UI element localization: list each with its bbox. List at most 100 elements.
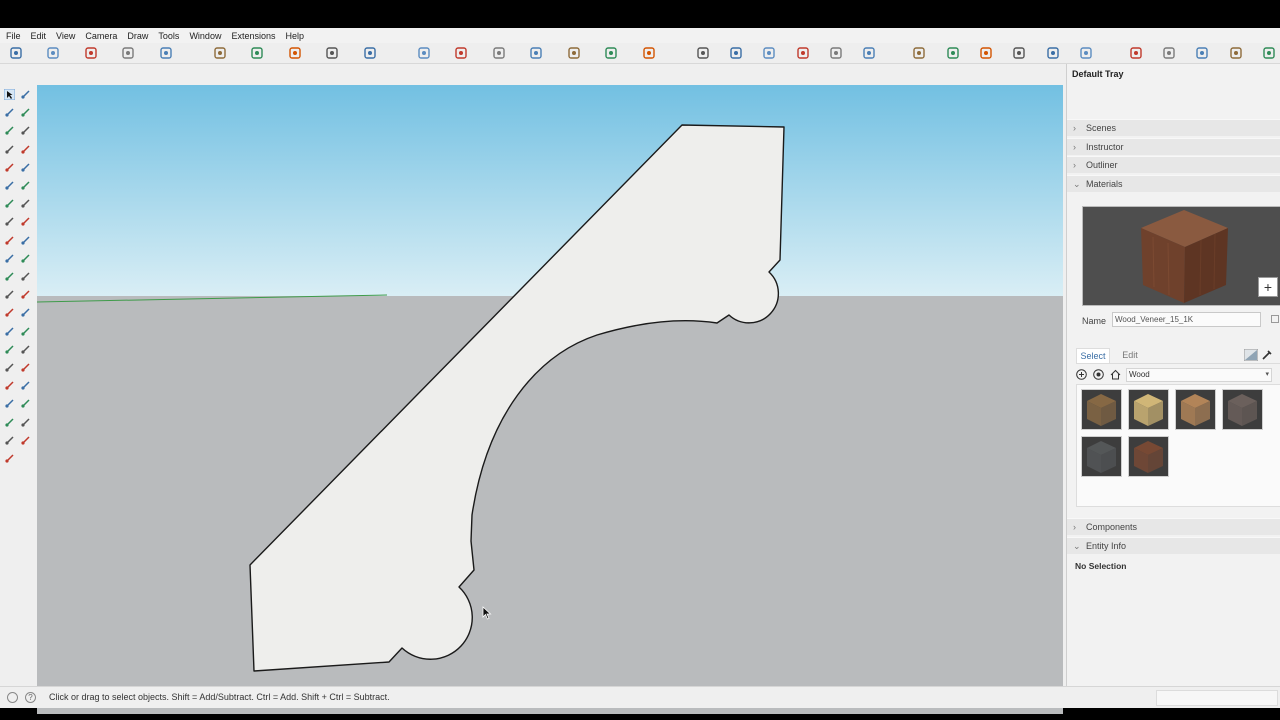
pie-icon[interactable] (20, 196, 31, 208)
material-name-field[interactable]: Wood_Veneer_15_1K (1112, 312, 1261, 327)
extension-icon[interactable] (4, 451, 15, 463)
account-icon[interactable] (1262, 46, 1276, 60)
home-icon[interactable] (1110, 369, 1121, 380)
panel-instructor[interactable]: › Instructor (1067, 138, 1280, 155)
tab-edit[interactable]: Edit (1117, 348, 1143, 363)
menu-help[interactable]: Help (281, 31, 308, 41)
zoom-extents-icon[interactable] (121, 46, 135, 60)
pan-icon[interactable] (20, 342, 31, 354)
sandbox-icon[interactable] (946, 46, 960, 60)
wood-swatch-4[interactable] (1222, 389, 1263, 430)
text-icon[interactable] (20, 305, 31, 317)
measurements-box[interactable] (1156, 690, 1278, 706)
lasso-icon[interactable] (20, 87, 31, 99)
freehand-icon[interactable] (20, 142, 31, 154)
push-pull-icon[interactable] (20, 233, 31, 245)
follow-me-icon[interactable] (363, 46, 377, 60)
add-library-icon[interactable] (1076, 369, 1087, 380)
wood-swatch-6[interactable] (1128, 436, 1169, 477)
zoom-window-icon[interactable] (20, 360, 31, 372)
eraser-icon[interactable] (20, 105, 31, 117)
walk-icon[interactable] (4, 396, 15, 408)
axes-icon[interactable] (604, 46, 618, 60)
model-viewport[interactable] (37, 85, 1063, 714)
section-plane-icon[interactable] (642, 46, 656, 60)
fog-icon[interactable] (1079, 46, 1093, 60)
monochrome-icon[interactable] (862, 46, 876, 60)
menu-file[interactable]: File (2, 31, 25, 41)
look-around-icon[interactable] (20, 396, 31, 408)
rotate-icon[interactable] (288, 46, 302, 60)
panel-components[interactable]: › Components (1067, 518, 1280, 535)
dimension-icon[interactable] (20, 287, 31, 299)
wood-swatch-2[interactable] (1128, 389, 1169, 430)
make-component-icon[interactable] (4, 105, 15, 117)
tab-select[interactable]: Select (1076, 348, 1110, 363)
wood-swatch-5[interactable] (1081, 436, 1122, 477)
rectangle-icon[interactable] (4, 160, 15, 172)
zoom-icon[interactable] (4, 360, 15, 372)
textured-icon[interactable] (829, 46, 843, 60)
shaded-icon[interactable] (796, 46, 810, 60)
protractor-icon[interactable] (4, 305, 15, 317)
wood-swatch-3[interactable] (1175, 389, 1216, 430)
rotated-rectangle-icon[interactable] (20, 160, 31, 172)
wood-swatch-1[interactable] (1081, 389, 1122, 430)
offset-icon[interactable] (20, 269, 31, 281)
offset-icon[interactable] (417, 46, 431, 60)
select-icon[interactable] (3, 87, 16, 101)
extension-warehouse-icon[interactable] (1162, 46, 1176, 60)
move-icon[interactable] (4, 233, 15, 245)
warehouse-icon[interactable] (20, 433, 31, 445)
polygon-icon[interactable] (20, 178, 31, 190)
pan-icon[interactable] (46, 46, 60, 60)
rotate-icon[interactable] (4, 251, 15, 263)
library-dropdown[interactable]: Wood ▾ (1126, 368, 1272, 382)
move-icon[interactable] (250, 46, 264, 60)
menu-edit[interactable]: Edit (27, 31, 51, 41)
text-icon[interactable] (567, 46, 581, 60)
views-icon[interactable] (979, 46, 993, 60)
zoom-extents-icon[interactable] (4, 378, 15, 390)
eyedropper-icon[interactable] (1261, 349, 1273, 361)
paint-bucket-icon[interactable] (4, 123, 15, 135)
xray-icon[interactable] (696, 46, 710, 60)
group-icon[interactable] (213, 46, 227, 60)
tape-icon[interactable] (454, 46, 468, 60)
menu-extensions[interactable]: Extensions (227, 31, 279, 41)
dimension-icon[interactable] (492, 46, 506, 60)
create-material-icon[interactable]: + (1258, 277, 1278, 297)
panel-entity-info[interactable]: ⌄ Entity Info (1067, 537, 1280, 554)
follow-me-icon[interactable] (20, 251, 31, 263)
shadows-icon[interactable] (1046, 46, 1060, 60)
solid-tools-icon[interactable] (912, 46, 926, 60)
section-plane-icon[interactable] (20, 415, 31, 427)
help-icon[interactable]: ? (25, 692, 36, 703)
previous-view-icon[interactable] (20, 378, 31, 390)
warehouse-icon[interactable] (1129, 46, 1143, 60)
arc-icon[interactable] (4, 196, 15, 208)
line-icon[interactable] (4, 142, 15, 154)
styles-icon[interactable] (1012, 46, 1026, 60)
orbit-icon[interactable] (9, 46, 23, 60)
scale-icon[interactable] (4, 269, 15, 281)
menu-window[interactable]: Window (185, 31, 225, 41)
3d-text-icon[interactable] (20, 324, 31, 336)
orbit-icon[interactable] (4, 342, 15, 354)
push-pull-icon[interactable] (325, 46, 339, 60)
settings-icon[interactable] (1229, 46, 1243, 60)
menu-camera[interactable]: Camera (81, 31, 121, 41)
in-model-icon[interactable] (1093, 369, 1104, 380)
panel-materials[interactable]: ⌄ Materials (1067, 175, 1280, 192)
protractor-icon[interactable] (529, 46, 543, 60)
panel-scenes[interactable]: › Scenes (1067, 119, 1280, 136)
menu-tools[interactable]: Tools (154, 31, 183, 41)
panel-outliner[interactable]: › Outliner (1067, 156, 1280, 173)
menu-view[interactable]: View (52, 31, 79, 41)
geo-location-icon[interactable] (7, 692, 18, 703)
zoom-icon[interactable] (84, 46, 98, 60)
tag-icon[interactable] (20, 123, 31, 135)
hidden-line-icon[interactable] (762, 46, 776, 60)
tape-measure-icon[interactable] (4, 287, 15, 299)
three-point-arc-icon[interactable] (20, 214, 31, 226)
